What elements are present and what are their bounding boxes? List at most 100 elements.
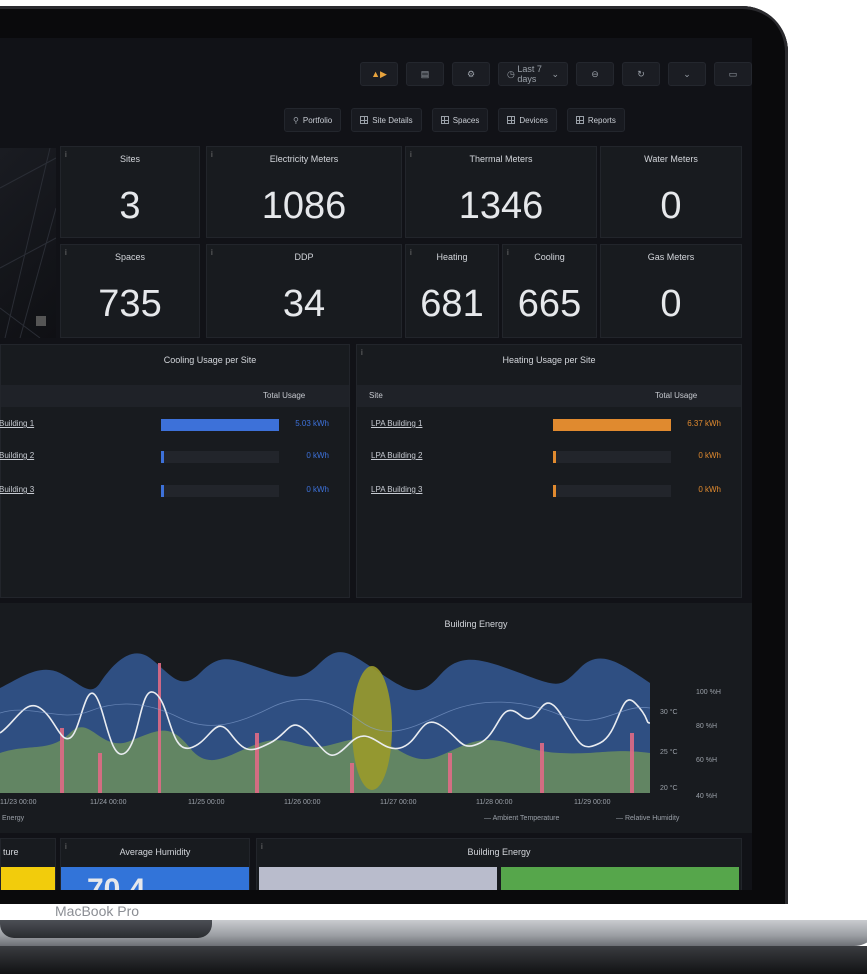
usage-value: 5.03 kWh — [295, 419, 329, 428]
usage-bar — [553, 451, 556, 463]
refresh-interval-dropdown[interactable]: ⌄ — [668, 62, 706, 86]
temp-axis-label: 25 °C — [660, 749, 678, 756]
stat-cooling[interactable]: i Cooling 665 — [502, 244, 597, 338]
site-link[interactable]: Building 3 — [0, 485, 34, 494]
clock-icon: ◷ — [507, 68, 518, 79]
nav-reports[interactable]: Reports — [566, 108, 625, 132]
site-link[interactable]: LPA Building 3 — [371, 485, 422, 494]
stat-spaces[interactable]: i Spaces 735 — [60, 244, 200, 338]
x-tick: 11/26 00:00 — [284, 799, 321, 806]
panel-title: Electricity Meters — [269, 154, 339, 164]
x-tick: 11/28 00:00 — [476, 799, 513, 806]
map-zoom-control[interactable] — [36, 316, 46, 326]
x-tick: 11/25 00:00 — [188, 799, 225, 806]
stat-value: 1346 — [458, 185, 544, 227]
stat-ddp[interactable]: i DDP 34 — [206, 244, 402, 338]
column-header[interactable]: Site — [369, 391, 383, 400]
chart-add-icon[interactable]: ▲▶ — [360, 62, 398, 86]
panel-title: Cooling — [534, 252, 565, 262]
table-row: LPA Building 1 6.37 kWh — [357, 419, 741, 435]
panel-title: Heating Usage per Site — [502, 355, 596, 365]
grid-icon — [440, 116, 449, 124]
usage-bar-track — [161, 451, 279, 463]
chevron-down-icon: ⌄ — [548, 68, 559, 79]
usage-bar-track — [553, 451, 671, 463]
table-row: Building 1 5.03 kWh — [0, 419, 349, 435]
stat-value: 0 — [660, 185, 682, 227]
column-header[interactable]: Total Usage — [263, 391, 305, 400]
usage-bar-track — [161, 485, 279, 497]
laptop-shadow — [0, 946, 867, 974]
panel-title: ture — [3, 847, 19, 857]
usage-bar — [161, 485, 164, 497]
stat-gas-meters[interactable]: Gas Meters 0 — [600, 244, 742, 338]
x-tick: 11/24 00:00 — [90, 799, 127, 806]
zoom-out-icon[interactable]: ⊖ — [576, 62, 614, 86]
column-header[interactable]: Total Usage — [655, 391, 697, 400]
nav-site-details[interactable]: Site Details — [351, 108, 422, 132]
dashboard-icon[interactable]: ▤ — [406, 62, 444, 86]
nav-devices[interactable]: Devices — [498, 108, 557, 132]
time-range-picker[interactable]: ◷ Last 7 days ⌄ — [498, 62, 568, 86]
spike — [630, 733, 634, 793]
x-tick: 11/27 00:00 — [380, 799, 417, 806]
legend-label: Ambient Temperature — [492, 815, 560, 822]
stat-water-meters[interactable]: Water Meters 0 — [600, 146, 742, 238]
spike — [98, 753, 102, 793]
nav-spaces[interactable]: Spaces — [431, 108, 489, 132]
dashboard-links: ⚲ Portfolio Site Details Spaces Devices … — [284, 108, 625, 132]
avg-humidity-panel[interactable]: i Average Humidity 70.4 — [60, 838, 250, 890]
pin-icon: ⚲ — [293, 115, 299, 125]
stat-value: 665 — [517, 283, 582, 325]
site-link[interactable]: LPA Building 1 — [371, 419, 422, 428]
panel-title: Heating — [436, 252, 468, 262]
building-energy-chart[interactable]: Building Energy 100 %H 30 °C 80 %H 25 °C… — [0, 603, 752, 833]
legend-label: Relative Humidity — [624, 815, 680, 822]
stat-electricity-meters[interactable]: i Electricity Meters 1086 — [206, 146, 402, 238]
panel-title: Water Meters — [644, 154, 698, 164]
laptop-brand: MacBook Pro — [55, 903, 140, 919]
panel-title: DDP — [294, 252, 314, 262]
site-map[interactable] — [0, 148, 56, 338]
x-tick: 11/29 00:00 — [574, 799, 611, 806]
tv-icon[interactable]: ▭ — [714, 62, 752, 86]
usage-value: 0 kWh — [306, 451, 329, 460]
top-toolbar: ▲▶ ▤ ⚙ ◷ Last 7 days ⌄ ⊖ ↻ ⌄ ▭ — [360, 62, 752, 86]
stat-value: 3 — [119, 185, 141, 227]
nav-label: Portfolio — [302, 115, 333, 125]
stat-thermal-meters[interactable]: i Thermal Meters 1346 — [405, 146, 597, 238]
legend-energy[interactable]: Energy — [2, 815, 24, 822]
site-link[interactable]: LPA Building 2 — [371, 451, 422, 460]
grid-icon — [360, 116, 369, 124]
nav-label: Reports — [587, 115, 616, 125]
site-link[interactable]: Building 2 — [0, 451, 34, 460]
panel-title: Average Humidity — [119, 847, 191, 857]
nav-portfolio[interactable]: ⚲ Portfolio — [284, 108, 342, 132]
table-header: Total Usage — [1, 385, 349, 407]
table-row: Building 3 0 kWh — [0, 485, 349, 501]
gear-icon[interactable]: ⚙ — [452, 62, 490, 86]
stat-value: 34 — [282, 283, 326, 325]
nav-label: Devices — [519, 115, 548, 125]
humidity-axis-label: 100 %H — [696, 689, 721, 696]
grid-icon — [507, 116, 516, 124]
refresh-icon[interactable]: ↻ — [622, 62, 660, 86]
building-energy-bars-panel[interactable]: i Building Energy — [256, 838, 742, 890]
temperature-fill — [1, 867, 55, 890]
avg-temperature-panel[interactable]: ture — [0, 838, 56, 890]
usage-bar — [553, 419, 671, 431]
stat-value: 735 — [98, 283, 162, 325]
stat-sites[interactable]: i Sites 3 — [60, 146, 200, 238]
usage-value: 0 kWh — [698, 485, 721, 494]
site-link[interactable]: Building 1 — [0, 419, 34, 428]
legend-ambient-temperature[interactable]: — Ambient Temperature — [484, 815, 559, 822]
stat-heating[interactable]: i Heating 681 — [405, 244, 499, 338]
panel-title: Thermal Meters — [469, 154, 533, 164]
legend-relative-humidity[interactable]: — Relative Humidity — [616, 815, 679, 822]
grid-icon — [575, 116, 584, 124]
humidity-axis-label: 80 %H — [696, 723, 718, 730]
nav-label: Spaces — [452, 115, 480, 125]
energy-bar-b — [501, 867, 739, 890]
panel-title: Cooling Usage per Site — [163, 355, 257, 365]
usage-bar-track — [161, 419, 279, 431]
